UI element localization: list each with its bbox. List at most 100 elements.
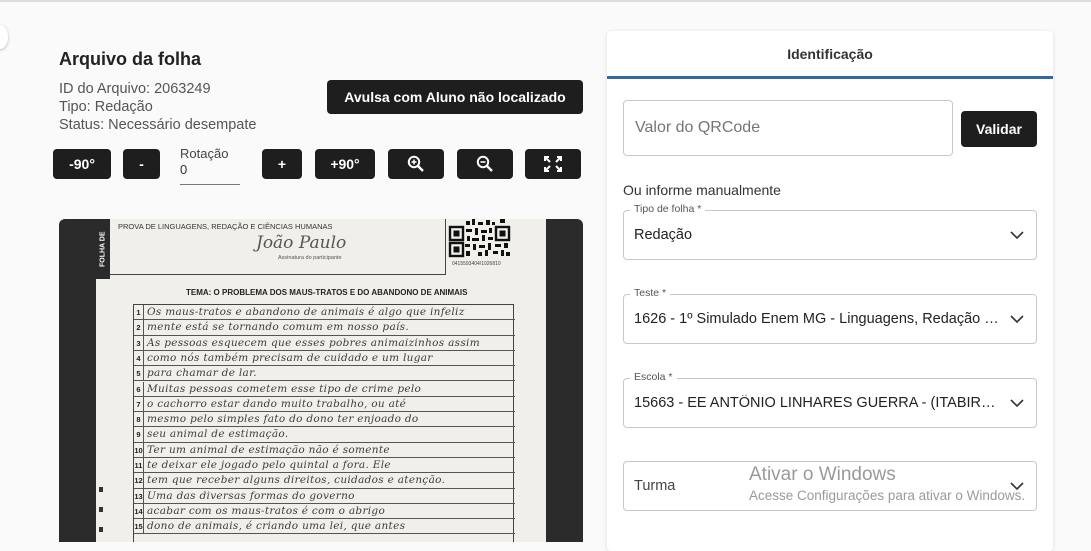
rotation-value: 0 <box>180 162 188 177</box>
sheet-info: ID do Arquivo: 2063249 Tipo: Redação Sta… <box>59 80 256 134</box>
participant-signature: João Paulo <box>256 233 347 253</box>
essay-line: 2 mente está se tornando comum em nosso p… <box>134 320 515 336</box>
alignment-mark <box>99 527 103 532</box>
line-number: 15 <box>134 519 144 534</box>
line-handwriting: As pessoas esquecem que esses pobres ani… <box>147 336 480 349</box>
essay-line: 7o cachorro estar dando muito trabalho, … <box>134 396 515 413</box>
school-select[interactable]: Escola * 15663 - EE ANTÔNIO LINHARES GUE… <box>623 371 1037 428</box>
qr-code-icon <box>448 219 514 259</box>
line-number: 13 <box>134 488 144 503</box>
line-number: 12 <box>134 473 144 488</box>
line-handwriting: como nós também precisam de cuidado e um… <box>147 351 433 364</box>
line-handwriting: para chamar de lar. <box>147 367 257 380</box>
test-label: Teste * <box>630 287 671 299</box>
line-number: 2 <box>134 320 144 335</box>
sheet-type-value: Redação <box>634 227 693 243</box>
qr-caption: 0415593404/1026810 <box>452 261 501 267</box>
essay-line: 14 acabar com os maus-tratos é com o abri… <box>134 503 515 520</box>
line-handwriting: Ter um animal de estimação não é somente <box>147 443 390 456</box>
essay-line: 10 Ter um animal de estimação não é somen… <box>134 442 515 458</box>
chevron-down-icon <box>1010 399 1024 408</box>
page-title: Arquivo da folha <box>59 49 202 69</box>
line-number: 9 <box>134 427 144 442</box>
windows-activation-watermark: Ativar o Windows Acesse Configurações pa… <box>749 464 1025 503</box>
sheet-type-label: Tipo de folha * <box>630 203 706 215</box>
sheet-type-text: Tipo: Redação <box>59 99 153 115</box>
line-handwriting: Muitas pessoas cometem esse tipo de crim… <box>147 382 422 395</box>
qrcode-input[interactable] <box>623 100 953 156</box>
line-number: 3 <box>134 335 144 350</box>
chevron-down-icon <box>1010 231 1024 240</box>
fullscreen-button[interactable] <box>525 149 581 179</box>
avulsa-button[interactable]: Avulsa com Aluno não localizado <box>327 80 583 114</box>
rotate-left-button[interactable]: -90° <box>53 149 111 179</box>
essay-line: 1 Os maus-tratos e abandono de animais é … <box>134 305 515 321</box>
line-number: 1 <box>134 305 144 320</box>
essay-line: 3 As pessoas esquecem que esses pobres an… <box>134 335 515 351</box>
fullscreen-icon <box>544 156 562 172</box>
line-handwriting: seu animal de estimação. <box>147 428 289 441</box>
file-id-text: ID do Arquivo: 2063249 <box>59 81 211 97</box>
rotation-field[interactable]: Rotação 0 <box>180 146 240 185</box>
essay-line: 13 Uma das diversas formas do governo <box>134 488 515 504</box>
header-divider <box>110 274 445 275</box>
drawer-handle[interactable] <box>0 25 8 49</box>
validate-button[interactable]: Validar <box>961 111 1037 147</box>
essay-line: 8 mesmo pelo simples fato do dono ter enj… <box>134 412 515 428</box>
essay-line: 6 Muitas pessoas cometem esse tipo de cri… <box>134 381 515 397</box>
essay-lines: 1 Os maus-tratos e abandono de animais é … <box>133 304 515 542</box>
test-value: 1626 - 1º Simulado Enem MG - Linguagens,… <box>634 311 1004 327</box>
essay-line: 5 para chamar de lar. <box>134 366 515 382</box>
chevron-down-icon <box>1010 315 1024 324</box>
line-number: 7 <box>134 396 144 412</box>
line-handwriting: Uma das diversas formas do governo <box>147 489 355 502</box>
essay-line: 12 tem que receber alguns direitos, cuida… <box>134 473 515 489</box>
watermark-subtitle: Acesse Configurações para ativar o Windo… <box>749 488 1026 503</box>
sheet-side-label: FOLHA DE <box>96 219 110 279</box>
line-number: 5 <box>134 366 144 381</box>
sheet-image-viewer[interactable]: FOLHA DE PROVA DE LINGUAGENS, REDAÇÃO E … <box>59 219 583 542</box>
line-handwriting: Os maus-tratos e abandono de animais é a… <box>147 306 465 318</box>
line-number: 14 <box>134 503 144 519</box>
rotate-right-button[interactable]: +90° <box>315 149 375 179</box>
essay-line: 15 dono de animais, é criando uma lei, qu… <box>134 519 515 535</box>
zoom-out-icon <box>476 155 493 172</box>
scanned-sheet: FOLHA DE PROVA DE LINGUAGENS, REDAÇÃO E … <box>96 219 546 542</box>
essay-line: 11 te deixar ele jogado pelo quintal a fo… <box>134 458 515 474</box>
rotation-label: Rotação <box>180 146 229 161</box>
school-label: Escola * <box>630 371 677 383</box>
sheet-header: PROVA DE LINGUAGENS, REDAÇÃO E CIÊNCIAS … <box>118 222 333 231</box>
watermark-title: Ativar o Windows <box>749 464 896 485</box>
top-divider <box>0 0 1091 2</box>
line-number: 4 <box>134 350 144 366</box>
manual-label: Ou informe manualmente <box>623 182 781 198</box>
signature-caption: Assinatura do participante <box>278 255 342 261</box>
line-number: 8 <box>134 412 144 427</box>
zoom-out-button[interactable] <box>457 149 513 179</box>
school-value: 15663 - EE ANTÔNIO LINHARES GUERRA - (IT… <box>634 395 1004 411</box>
alignment-mark <box>99 487 103 492</box>
zoom-in-icon <box>407 155 424 172</box>
line-number: 6 <box>134 381 144 396</box>
header-vdivider <box>445 219 446 275</box>
zoom-in-button[interactable] <box>388 149 444 179</box>
line-handwriting: mente está se tornando comum em nosso pa… <box>147 321 409 334</box>
line-handwriting: acabar com os maus-tratos é com o abrigo <box>147 504 386 517</box>
zoom-step-down-button[interactable]: - <box>123 149 160 179</box>
line-handwriting: o cachorro estar dando muito trabalho, o… <box>147 397 407 410</box>
essay-line: 9 seu animal de estimação. <box>134 427 515 443</box>
zoom-step-up-button[interactable]: + <box>262 149 302 179</box>
line-handwriting: tem que receber alguns direitos, cuidado… <box>147 474 446 487</box>
sheet-type-select[interactable]: Tipo de folha * Redação <box>623 203 1037 260</box>
line-handwriting: mesmo pelo simples fato do dono ter enjo… <box>147 413 419 426</box>
alignment-mark <box>99 507 103 512</box>
line-number: 10 <box>134 442 144 457</box>
essay-theme: TEMA: O PROBLEMA DOS MAUS-TRATOS E DO AB… <box>186 288 468 297</box>
tab-identificacao[interactable]: Identificação <box>607 31 1053 79</box>
line-number: 11 <box>134 458 144 473</box>
sheet-status-text: Status: Necessário desempate <box>59 117 257 133</box>
test-select[interactable]: Teste * 1626 - 1º Simulado Enem MG - Lin… <box>623 287 1037 344</box>
line-handwriting: te deixar ele jogado pelo quintal a fora… <box>147 459 391 471</box>
line-handwriting: dono de animais, é criando uma lei, que … <box>147 520 406 533</box>
essay-line: 4 como nós também precisam de cuidado e u… <box>134 350 515 367</box>
